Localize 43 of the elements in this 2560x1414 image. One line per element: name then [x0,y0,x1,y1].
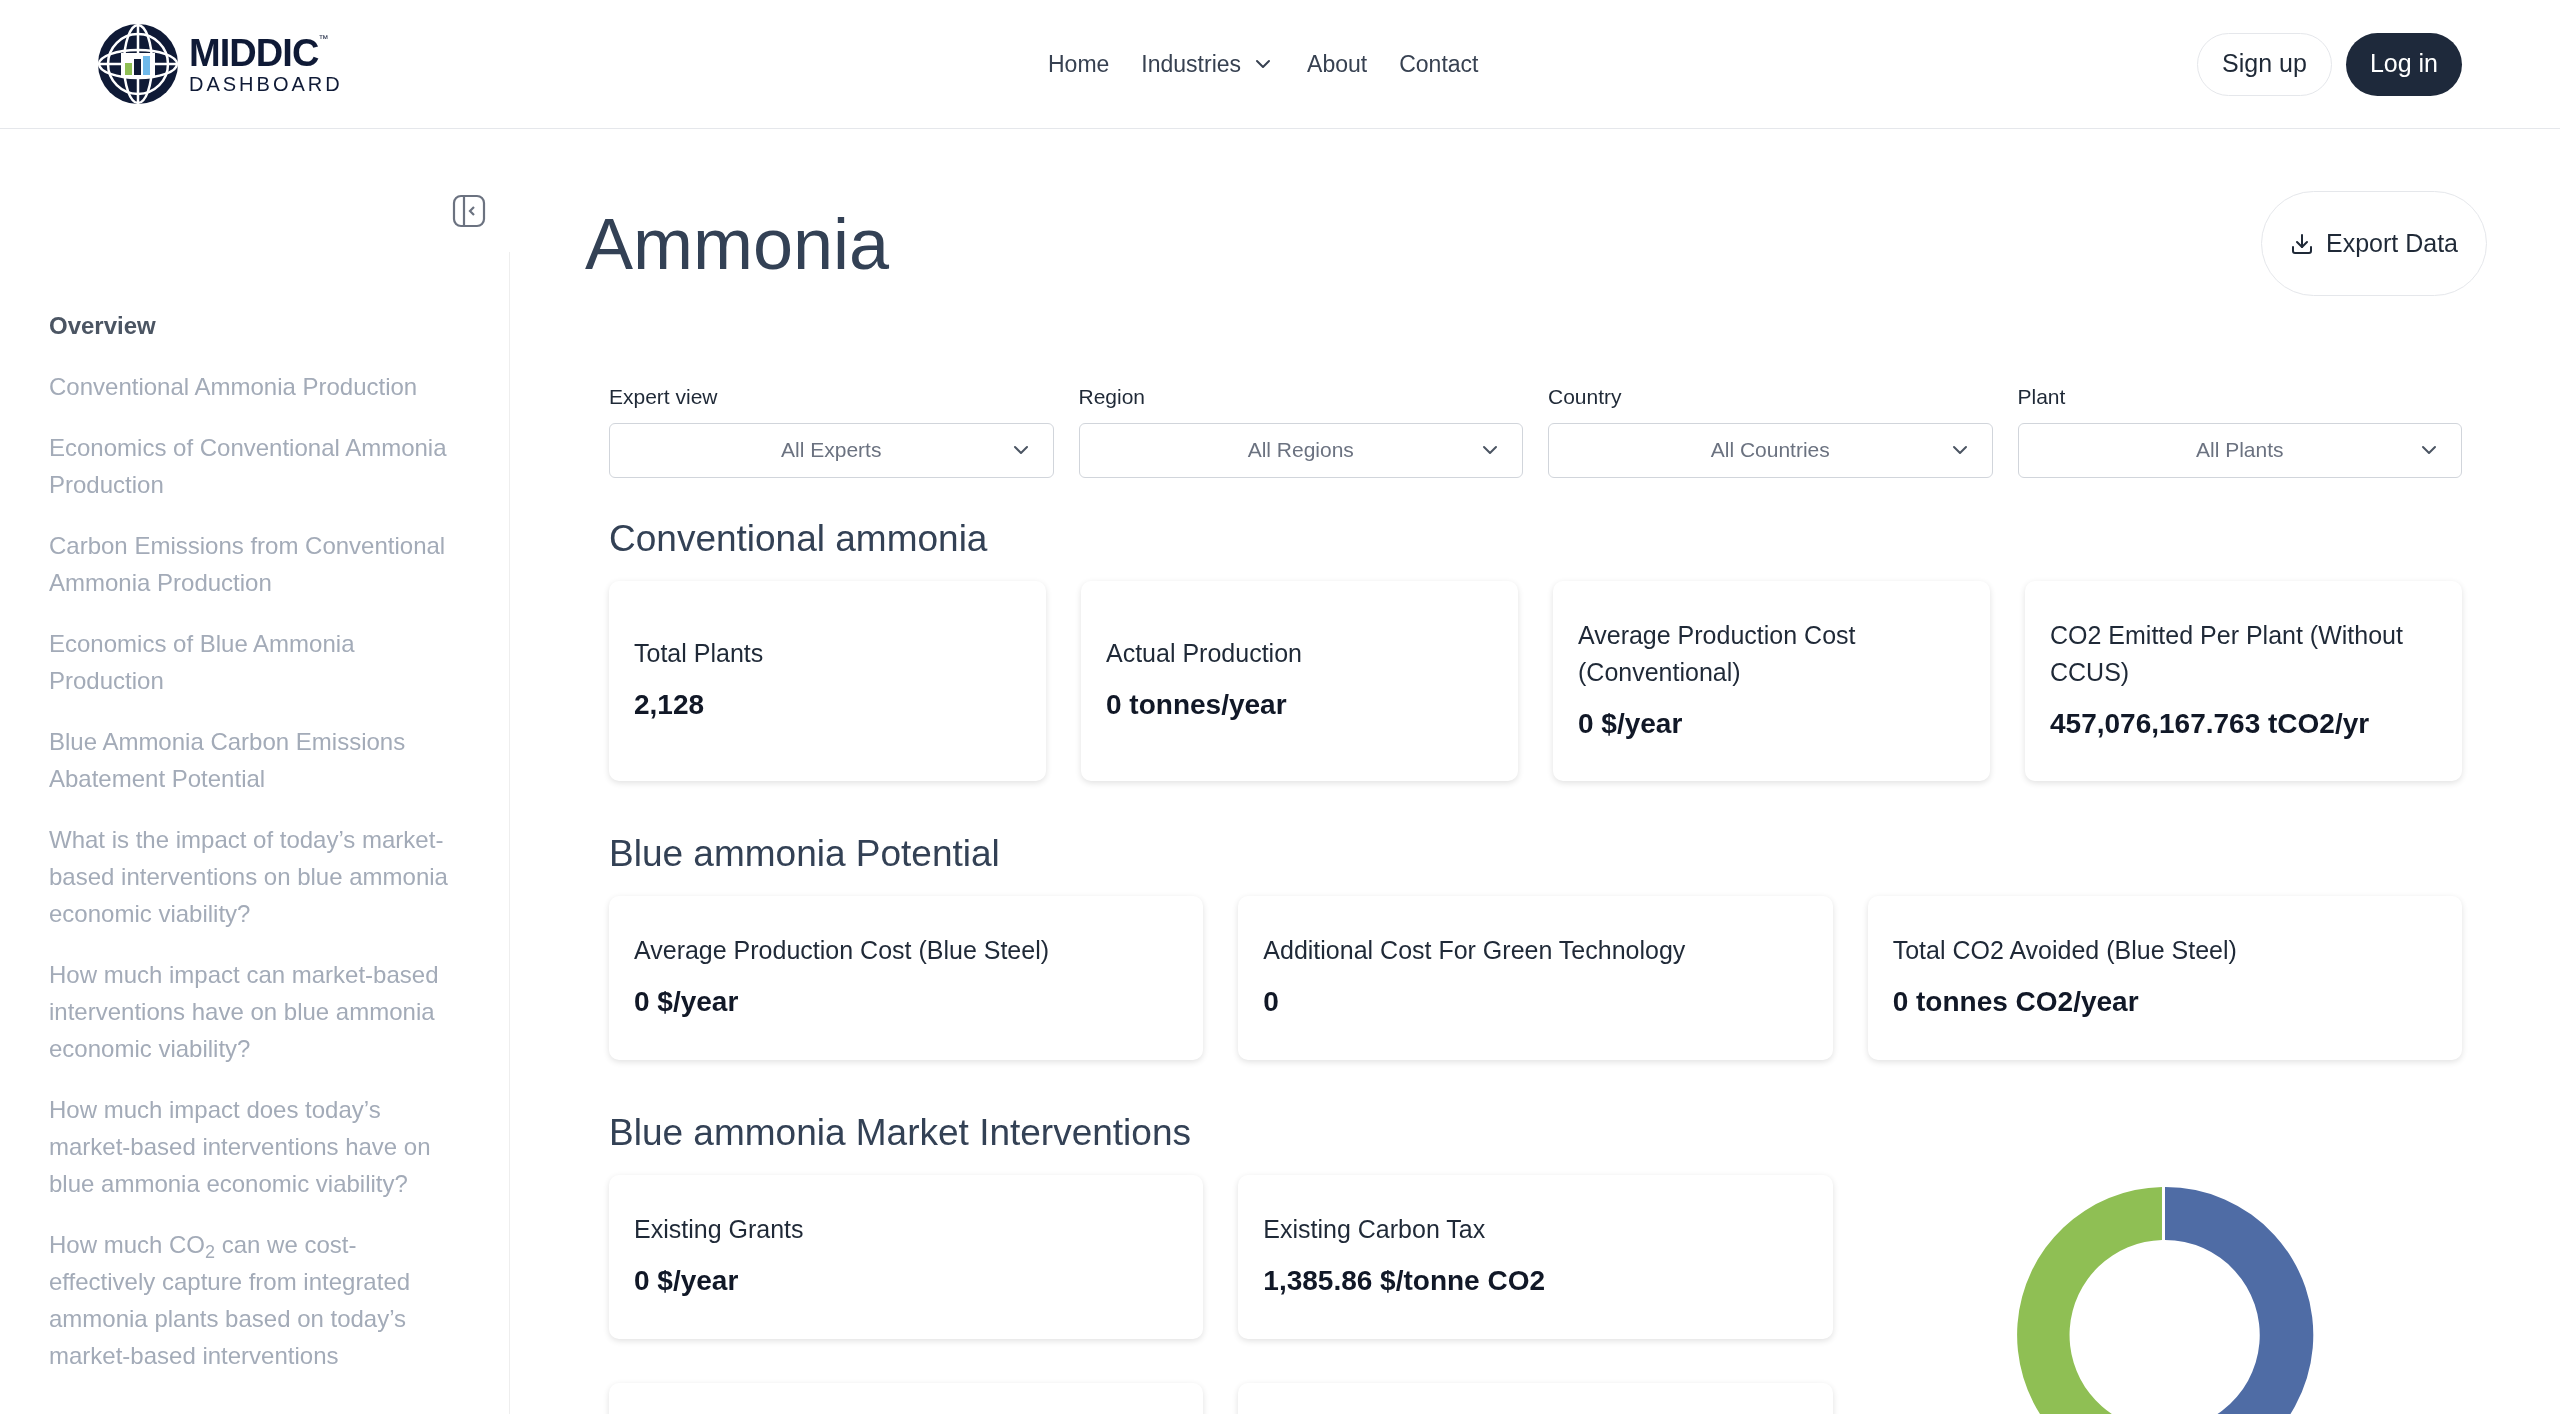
nav-link[interactable]: Contact [1399,46,1479,82]
filter-select[interactable]: All Plants [2017,422,2462,478]
page-title: Ammonia [584,202,890,286]
nav-link[interactable]: Home [1048,46,1110,82]
section-heading: Blue ammonia Potential [609,831,1001,876]
filter-label: Region [1078,384,1147,410]
stat-label: Existing Grants [634,1214,805,1245]
stat-value: 2,128 [634,688,706,722]
stat-label: Average Production Cost (Conventional) [1578,619,1857,688]
stat-value: 0 [1263,985,1280,1019]
filter-label: Country [1548,384,1623,410]
stat-value: 0 $/year [1578,706,1684,741]
signup-button[interactable]: Sign up [2197,32,2332,96]
globe-logo-icon [97,23,179,105]
stat-label: Average Production Cost (Blue Steel) [634,935,1051,966]
sidebar-collapse-icon[interactable] [452,194,486,228]
stat-label: Existing Carbon Tax [1263,1214,1487,1245]
nav-link[interactable]: About [1307,46,1368,82]
filter-select[interactable]: All Experts [609,422,1054,478]
stat-label: CO2 Emitted Per Plant (Without CCUS) [2050,619,2404,688]
filter-label: Plant [2017,384,2067,410]
filter-select[interactable]: All Regions [1078,422,1523,478]
section-heading: Blue ammonia Market Interventions [609,1110,1192,1155]
nav-dropdown[interactable]: Industries [1141,46,1276,82]
stat-value: 0 $/year [634,1264,740,1298]
stat-value: 457,076,167.763 tCO2/yr [2050,706,2371,741]
download-icon [2290,231,2314,256]
trademark-sign: ™ [318,34,329,44]
stat-label: Actual Production [1106,638,1303,669]
stat-value: 0 $/year [634,985,740,1019]
section-heading: Conventional ammonia [609,516,989,561]
stat-label: Total Plants [634,638,765,669]
stat-label: Total CO2 Avoided (Blue Steel) [1892,935,2238,966]
sidebar-item[interactable]: Overview [49,307,462,344]
stat-value: 0 tonnes CO2/year [1892,985,2140,1019]
login-button[interactable]: Log in [2345,32,2462,96]
filter-select[interactable]: All Countries [1548,422,1993,478]
logo-wordmark: MIDDIC [189,34,319,72]
stat-label: Additional Cost For Green Technology [1263,935,1687,966]
logo-subtitle: DASHBOARD [189,74,343,94]
filter-label: Expert view [609,384,719,410]
stat-value: 1,385.86 $/tonne CO2 [1263,1264,1546,1298]
stat-value: 0 tonnes/year [1106,688,1288,722]
